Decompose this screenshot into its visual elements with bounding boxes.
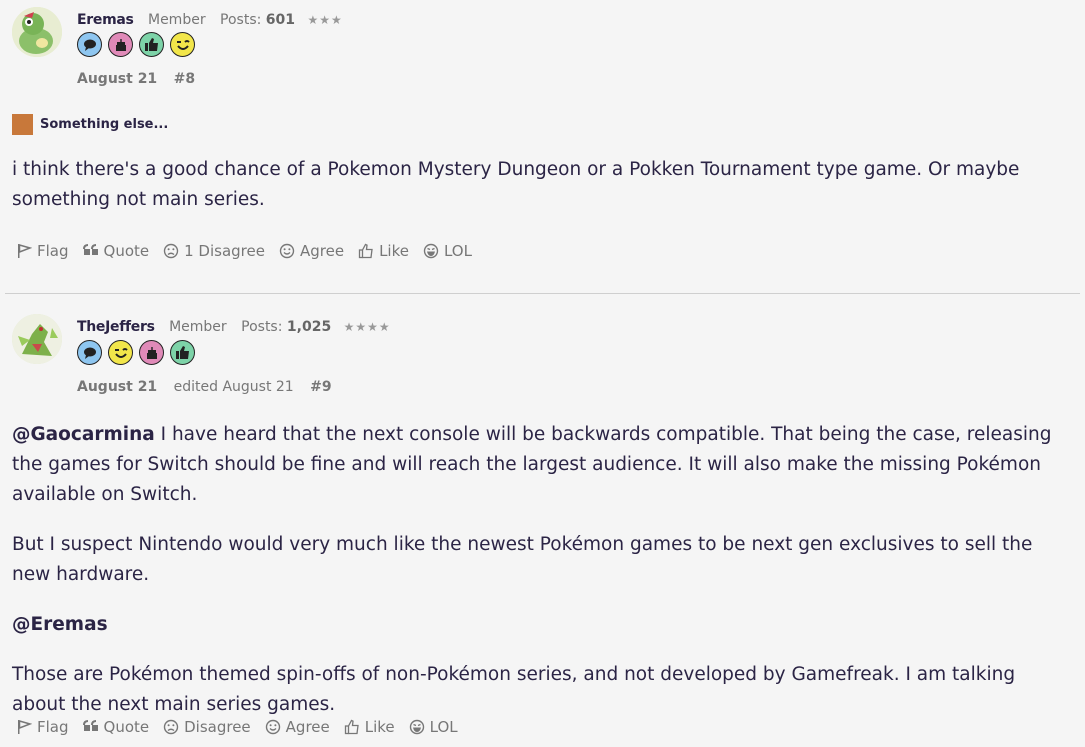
post-paragraph: i think there's a good chance of a Pokem… xyxy=(12,159,1020,210)
post-count: Posts: 601 xyxy=(220,12,296,28)
lol-button[interactable]: LOL xyxy=(423,242,472,260)
post-divider xyxy=(5,293,1080,294)
post-paragraph: @Gaocarmina I have heard that the next c… xyxy=(12,424,1052,505)
author-role: Member xyxy=(169,319,227,335)
post-paragraph: @Eremas xyxy=(12,610,1071,640)
author-name[interactable]: TheJeffers xyxy=(77,319,155,335)
spoiler-swatch-icon xyxy=(12,114,33,135)
author-line: Eremas Member Posts: 601 ★★★ xyxy=(77,12,343,28)
frown-icon xyxy=(163,243,179,259)
flag-button[interactable]: Flag xyxy=(16,242,69,260)
post-date[interactable]: August 21 xyxy=(77,379,157,395)
badges xyxy=(77,32,195,57)
thumbs-up-badge-icon[interactable] xyxy=(139,32,164,57)
frown-icon xyxy=(163,719,179,735)
author-line: TheJeffers Member Posts: 1,025 ★★★★ xyxy=(77,319,391,335)
author-name[interactable]: Eremas xyxy=(77,12,134,28)
post-count: Posts: 1,025 xyxy=(241,319,332,335)
flag-icon xyxy=(18,244,32,258)
cake-badge-icon[interactable] xyxy=(139,340,164,365)
agree-button[interactable]: Agree xyxy=(265,718,330,736)
comment-badge-icon[interactable] xyxy=(77,32,102,57)
spoiler-tag[interactable]: Something else... xyxy=(12,114,168,135)
rank-stars: ★★★ xyxy=(307,13,343,27)
disagree-button[interactable]: 1 Disagree xyxy=(163,242,265,260)
user-mention[interactable]: @Eremas xyxy=(12,614,108,635)
wink-badge-icon[interactable] xyxy=(170,32,195,57)
spoiler-label: Something else... xyxy=(40,117,169,132)
post-actions: Flag Quote 1 Disagree Agree Like LOL xyxy=(16,242,472,260)
cake-badge-icon[interactable] xyxy=(108,32,133,57)
quote-icon xyxy=(82,720,98,731)
quote-button[interactable]: Quote xyxy=(82,242,149,260)
quote-button[interactable]: Quote xyxy=(82,718,149,736)
post-number[interactable]: #9 xyxy=(310,379,331,395)
lol-button[interactable]: LOL xyxy=(409,718,458,736)
laugh-icon xyxy=(423,243,439,259)
agree-button[interactable]: Agree xyxy=(279,242,344,260)
like-button[interactable]: Like xyxy=(358,242,409,260)
post-actions: Flag Quote Disagree Agree Like LOL xyxy=(16,718,458,736)
comment-badge-icon[interactable] xyxy=(77,340,102,365)
post-date[interactable]: August 21 xyxy=(77,71,157,87)
flag-button[interactable]: Flag xyxy=(16,718,69,736)
quote-icon xyxy=(82,244,98,255)
smile-icon xyxy=(265,719,280,735)
flag-icon xyxy=(18,720,32,734)
edited-note: edited August 21 xyxy=(173,379,294,395)
post-paragraph: But I suspect Nintendo would very much l… xyxy=(12,534,1033,585)
thumbs-up-icon xyxy=(344,719,359,735)
post-body: @Gaocarmina I have heard that the next c… xyxy=(12,420,1071,740)
like-button[interactable]: Like xyxy=(344,718,395,736)
rank-stars: ★★★★ xyxy=(343,320,391,334)
laugh-icon xyxy=(409,719,424,735)
author-role: Member xyxy=(147,12,206,28)
smile-icon xyxy=(279,243,295,259)
thumbs-up-icon xyxy=(358,243,373,259)
post-meta: August 21 #8 xyxy=(77,71,195,87)
post-number[interactable]: #8 xyxy=(174,71,195,87)
wink-badge-icon[interactable] xyxy=(108,340,133,365)
avatar[interactable] xyxy=(12,314,62,364)
thumbs-up-badge-icon[interactable] xyxy=(170,340,195,365)
avatar[interactable] xyxy=(12,7,62,57)
badges xyxy=(77,340,195,365)
post-body: i think there's a good chance of a Pokem… xyxy=(12,155,1071,235)
disagree-button[interactable]: Disagree xyxy=(163,718,251,736)
post-meta: August 21 edited August 21 #9 xyxy=(77,379,332,395)
post-paragraph: Those are Pokémon themed spin-offs of no… xyxy=(12,664,1016,715)
user-mention[interactable]: @Gaocarmina xyxy=(12,424,155,445)
